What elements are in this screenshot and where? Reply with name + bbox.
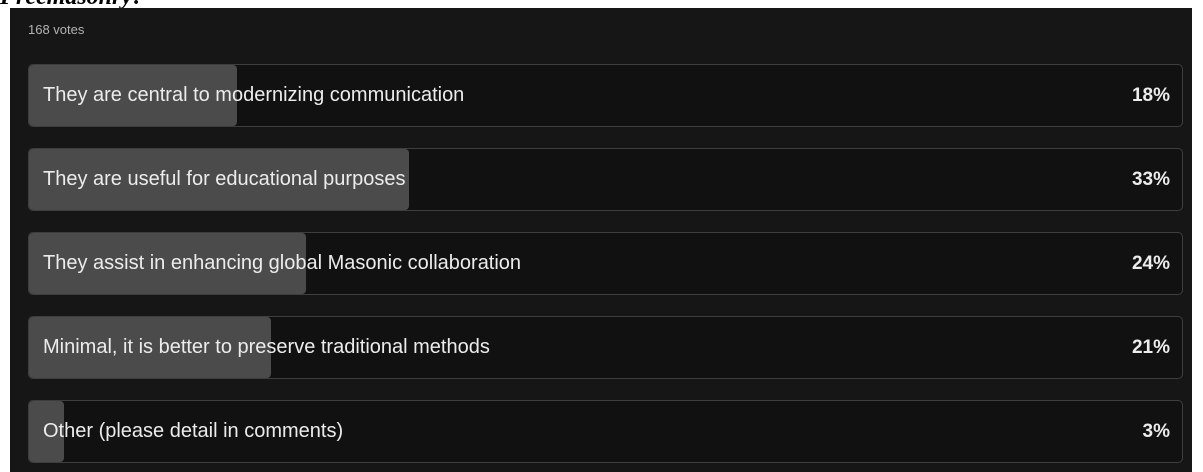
- option-label: They are useful for educational purposes: [43, 168, 406, 190]
- option-percent: 3%: [1142, 420, 1170, 442]
- option-label: They are central to modernizing communic…: [43, 84, 465, 106]
- page: Freemasonry? 168 votes They are central …: [0, 0, 1203, 472]
- poll-options-list: They are central to modernizing communic…: [28, 64, 1183, 472]
- poll-option[interactable]: They are central to modernizing communic…: [28, 64, 1183, 127]
- question-heading-fragment: Freemasonry?: [0, 0, 144, 9]
- option-percent: 33%: [1131, 168, 1170, 190]
- poll-option[interactable]: They assist in enhancing global Masonic …: [28, 232, 1183, 295]
- option-label: They assist in enhancing global Masonic …: [43, 252, 522, 274]
- poll-option[interactable]: Other (please detail in comments) 3%: [28, 400, 1183, 463]
- option-label: Other (please detail in comments): [43, 420, 344, 442]
- poll-results-panel: 168 votes They are central to modernizin…: [10, 8, 1192, 472]
- poll-option[interactable]: Minimal, it is better to preserve tradit…: [28, 316, 1183, 379]
- option-percent: 24%: [1131, 252, 1170, 274]
- option-percent: 18%: [1131, 84, 1170, 106]
- vote-count: 168 votes: [28, 22, 85, 37]
- option-label: Minimal, it is better to preserve tradit…: [43, 336, 490, 358]
- option-percent: 21%: [1131, 336, 1170, 358]
- poll-option[interactable]: They are useful for educational purposes…: [28, 148, 1183, 211]
